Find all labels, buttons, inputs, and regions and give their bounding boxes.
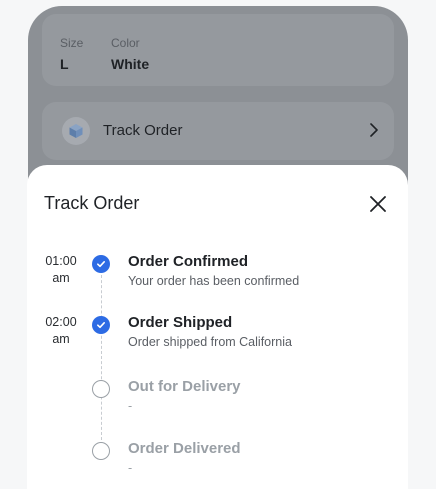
empty-circle-icon (92, 442, 110, 460)
step-time-value: 02:00 (45, 315, 77, 329)
timeline-step-shipped: 02:00 am Order Shipped Order shipped fro… (27, 312, 408, 352)
step-time: 01:00 am (27, 253, 95, 287)
timeline-step-out-for-delivery: Out for Delivery - (27, 376, 408, 416)
step-title: Order Delivered (128, 440, 241, 457)
size-label: Size (60, 36, 84, 50)
color-label: Color (111, 36, 140, 50)
step-time: 02:00 am (27, 314, 95, 348)
box-icon (62, 117, 90, 145)
empty-circle-icon (92, 380, 110, 398)
track-order-row[interactable]: Track Order (42, 102, 394, 160)
track-order-sheet: Track Order 01:00 am Order Confirmed You… (27, 165, 408, 489)
step-title: Order Confirmed (128, 253, 249, 270)
size-value: L (60, 56, 69, 72)
close-button[interactable] (366, 192, 390, 216)
step-subtitle: Your order has been confirmed (128, 274, 300, 288)
step-time-value: 01:00 (45, 254, 77, 268)
check-circle-icon (92, 255, 110, 273)
timeline-step-delivered: Order Delivered - (27, 438, 408, 478)
step-title: Out for Delivery (128, 378, 241, 395)
step-subtitle: - (128, 461, 133, 475)
color-attribute: Color White (111, 36, 149, 72)
step-subtitle: - (128, 399, 133, 413)
step-time-ampm: am (52, 332, 70, 346)
close-icon[interactable] (366, 192, 390, 216)
product-card: Size L Color White (42, 14, 394, 86)
step-time-ampm: am (52, 271, 70, 285)
step-subtitle: Order shipped from California (128, 335, 292, 349)
timeline-step-confirmed: 01:00 am Order Confirmed Your order has … (27, 251, 408, 291)
track-order-label: Track Order (103, 122, 183, 139)
check-circle-icon (92, 316, 110, 334)
size-attribute: Size L (60, 36, 83, 72)
color-value: White (111, 56, 150, 72)
step-title: Order Shipped (128, 314, 233, 331)
chevron-right-icon (368, 121, 380, 144)
sheet-title: Track Order (44, 193, 140, 213)
